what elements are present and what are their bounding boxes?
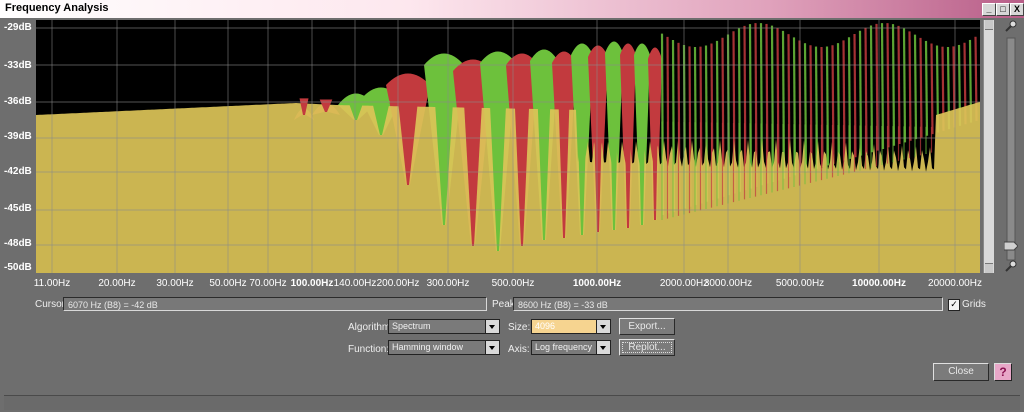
- y-axis-label: -50dB: [4, 262, 32, 273]
- x-axis-label: 1000.00Hz: [572, 278, 622, 289]
- export-button[interactable]: Export...: [619, 318, 675, 335]
- frequency-analysis-window: Frequency Analysis _ □ X -29dB -33dB -36dB…: [0, 0, 1024, 412]
- spectrum-comb-line: [913, 34, 918, 140]
- function-label: Function:: [348, 344, 390, 355]
- x-axis-label: 10000.00Hz: [852, 278, 906, 289]
- x-axis-label: 70.00Hz: [249, 278, 287, 289]
- y-axis-label: -39dB: [4, 131, 32, 142]
- plot-vertical-scrollbar[interactable]: [983, 20, 994, 273]
- x-axis-label: 50.00Hz: [209, 278, 247, 289]
- spectrum-comb-line: [930, 43, 934, 135]
- minimize-button[interactable]: _: [982, 3, 996, 16]
- help-button[interactable]: ?: [994, 363, 1012, 381]
- y-axis-label: -45dB: [4, 203, 32, 214]
- x-axis-label: 200.00Hz: [376, 278, 420, 289]
- peak-field: 8600 Hz (B8) = -33 dB: [513, 297, 943, 311]
- x-axis-label: 11.00Hz: [33, 278, 71, 289]
- chevron-down-icon[interactable]: [596, 341, 610, 354]
- x-axis-label: 2000.00Hz: [659, 278, 709, 289]
- grids-label: Grids: [962, 299, 986, 310]
- status-bar: [4, 395, 1020, 410]
- spectrum-comb-line: [902, 28, 907, 143]
- x-axis-label: 300.00Hz: [426, 278, 470, 289]
- close-window-button[interactable]: X: [1010, 3, 1024, 16]
- grids-checkbox[interactable]: ✓: [948, 299, 960, 311]
- x-axis-label: 500.00Hz: [491, 278, 535, 289]
- x-axis-label: 5000.00Hz: [775, 278, 825, 289]
- spectrum-plot[interactable]: [36, 20, 980, 273]
- scroll-down-arrow[interactable]: [985, 263, 993, 273]
- algorithm-label: Algorithm:: [348, 322, 394, 333]
- x-axis-label: 20.00Hz: [98, 278, 136, 289]
- algorithm-select[interactable]: Spectrum: [388, 319, 500, 334]
- algorithm-value: Spectrum: [392, 321, 431, 331]
- zoom-out-icon: [1005, 260, 1017, 272]
- function-value: Hamming window: [392, 342, 464, 352]
- axis-select[interactable]: Log frequency: [531, 340, 611, 355]
- x-axis-label: 20000.00Hz: [928, 278, 982, 289]
- chevron-down-icon[interactable]: [596, 320, 610, 333]
- y-axis-label: -36dB: [4, 96, 32, 107]
- x-axis-label: 100.00Hz: [290, 278, 334, 289]
- cursor-field: 6070 Hz (B8) = -42 dB: [63, 297, 487, 311]
- x-axis-label: 30.00Hz: [156, 278, 194, 289]
- title-bar[interactable]: Frequency Analysis _ □ X: [0, 0, 1024, 18]
- spectrum-comb-line: [919, 37, 923, 138]
- y-axis-label: -48dB: [4, 238, 32, 249]
- y-axis-label: -29dB: [4, 22, 32, 33]
- close-button[interactable]: Close: [933, 363, 989, 381]
- chevron-down-icon[interactable]: [485, 320, 499, 333]
- maximize-button[interactable]: □: [996, 3, 1010, 16]
- x-axis-label: 3000.00Hz: [703, 278, 753, 289]
- replot-button[interactable]: Replot...: [619, 339, 675, 356]
- axis-value: Log frequency: [535, 342, 593, 352]
- spectrum-comb-line: [924, 40, 929, 136]
- zoom-in-icon: [1005, 20, 1017, 32]
- scroll-up-arrow[interactable]: [985, 20, 993, 30]
- chevron-down-icon[interactable]: [485, 341, 499, 354]
- size-value: 4096: [535, 321, 556, 331]
- axis-label: Axis:: [508, 344, 530, 355]
- function-select[interactable]: Hamming window: [388, 340, 500, 355]
- y-axis-label: -42dB: [4, 166, 32, 177]
- size-label: Size:: [508, 322, 531, 333]
- window-title: Frequency Analysis: [5, 2, 109, 14]
- spectrum-comb-line: [908, 31, 912, 141]
- y-axis-label: -33dB: [4, 60, 32, 71]
- help-icon: ?: [999, 365, 1007, 379]
- vertical-zoom-slider[interactable]: [1003, 20, 1019, 273]
- size-select[interactable]: 4096: [531, 319, 611, 334]
- x-axis-label: 140.00Hz: [333, 278, 377, 289]
